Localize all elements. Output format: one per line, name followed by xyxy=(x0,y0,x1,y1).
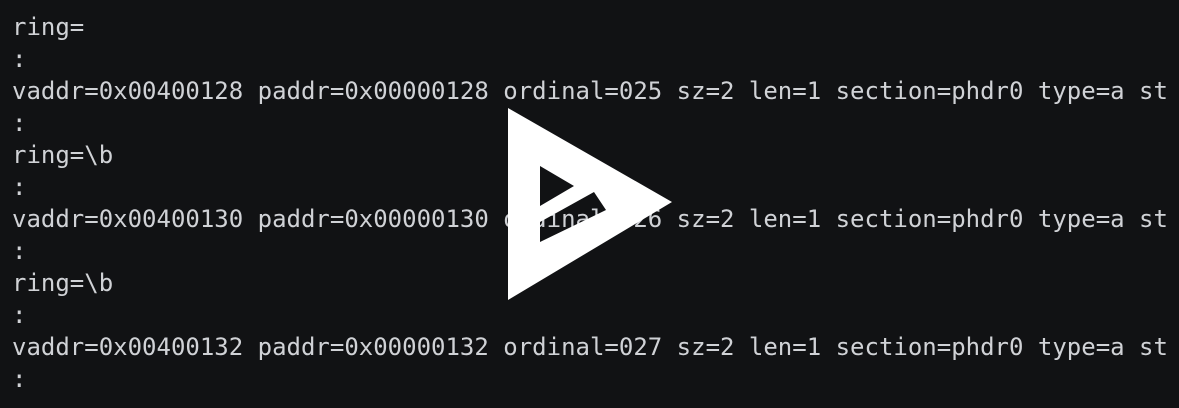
terminal-window: ring= : vaddr=0x00400128 paddr=0x0000012… xyxy=(0,0,1179,408)
play-logo-shape xyxy=(508,108,672,300)
terminal-line: ring= xyxy=(12,13,85,41)
terminal-line: vaddr=0x00400128 paddr=0x00000128 ordina… xyxy=(12,77,1168,105)
asciinema-play-logo-icon[interactable] xyxy=(502,104,678,304)
terminal-line: : xyxy=(12,365,27,393)
terminal-line: : xyxy=(12,45,27,73)
terminal-line: vaddr=0x00400132 paddr=0x00000132 ordina… xyxy=(12,333,1168,361)
